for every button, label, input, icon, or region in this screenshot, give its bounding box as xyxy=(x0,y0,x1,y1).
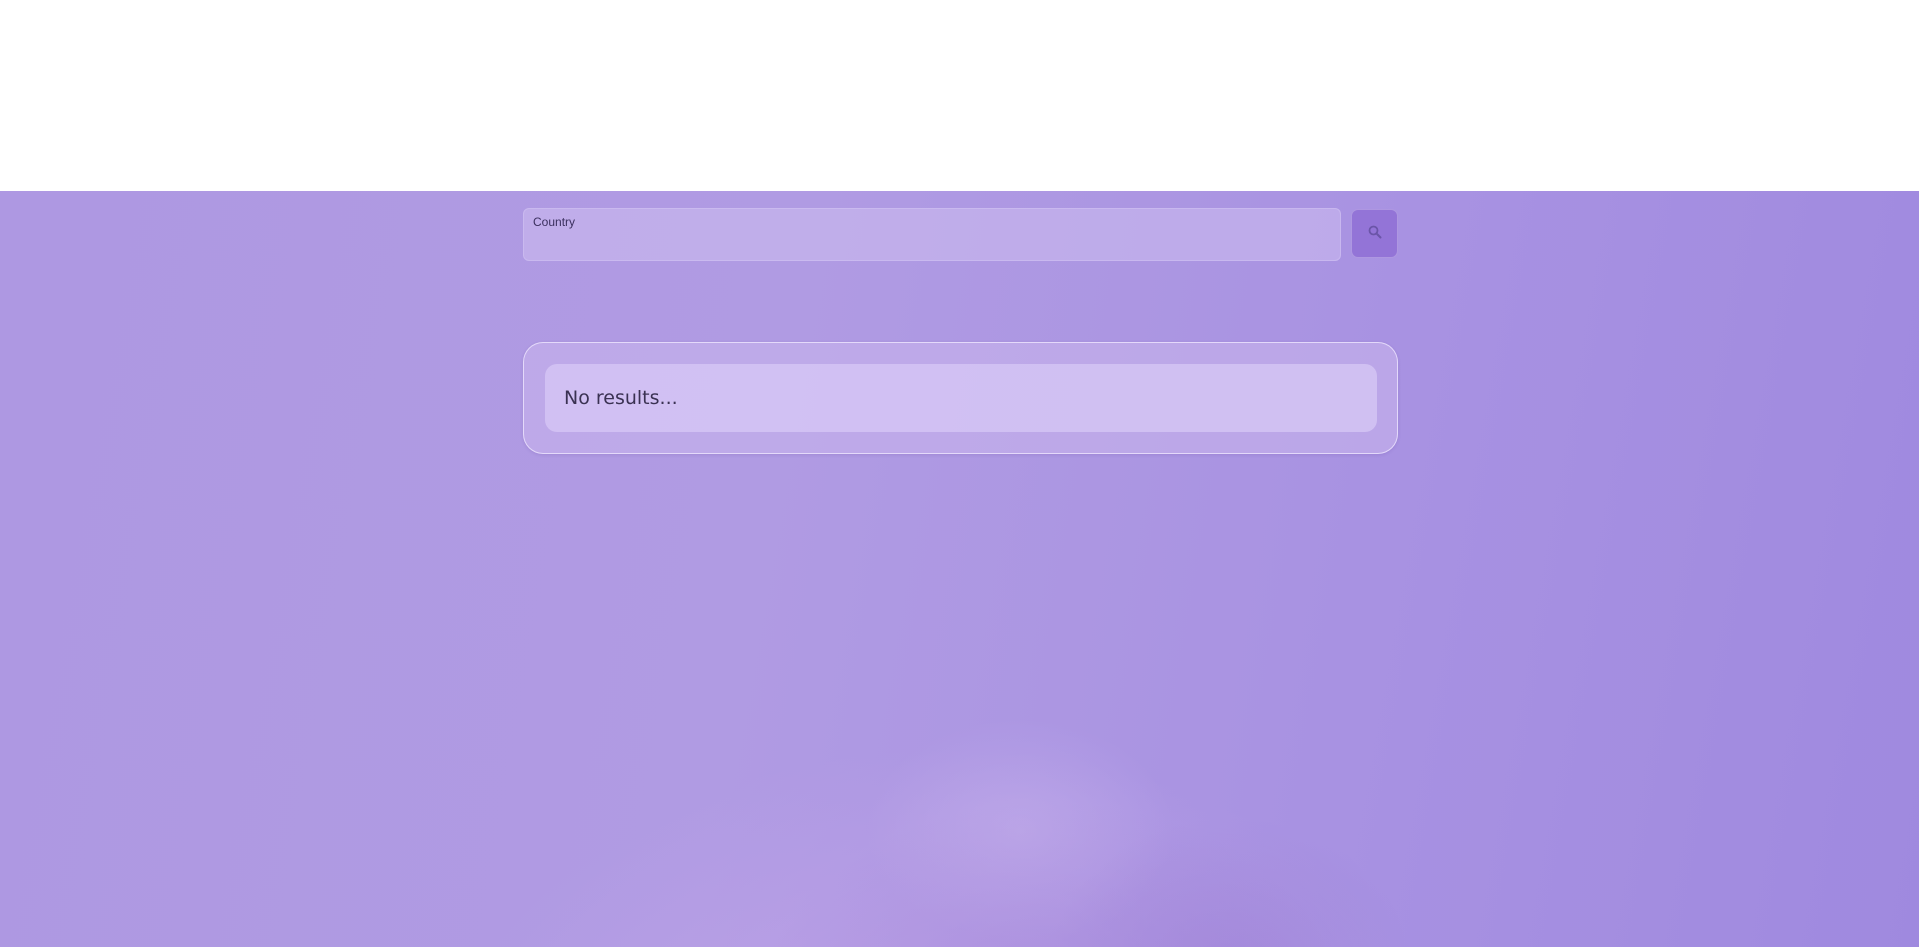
background-image xyxy=(0,191,1919,947)
country-search-field[interactable]: Country xyxy=(523,208,1341,261)
top-blank-area xyxy=(0,0,1919,191)
results-message-box: No results... xyxy=(545,364,1377,432)
country-field-label: Country xyxy=(533,215,576,229)
search-icon xyxy=(1368,224,1382,243)
search-button[interactable] xyxy=(1351,209,1398,258)
no-results-message: No results... xyxy=(564,387,678,409)
results-card: No results... xyxy=(523,342,1398,454)
country-input[interactable] xyxy=(532,231,1334,257)
